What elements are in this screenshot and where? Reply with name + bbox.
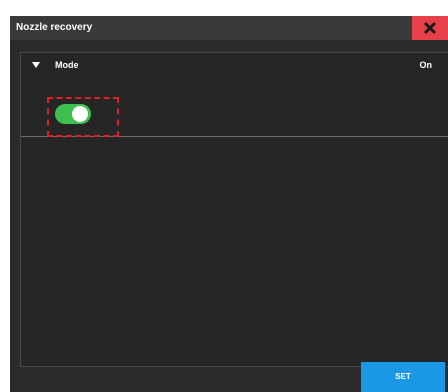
nozzle-recovery-dialog: Nozzle recovery Mode On SET [10,16,448,392]
close-button[interactable] [412,16,448,40]
toggle-knob [72,106,88,122]
mode-value: On [419,60,433,70]
caret-down-icon[interactable] [32,62,40,68]
close-x-icon [423,21,437,35]
settings-panel: Mode On [20,52,448,367]
mode-toggle[interactable] [55,104,91,124]
set-button[interactable]: SET [361,362,445,392]
title-bar: Nozzle recovery [10,16,448,40]
mode-label: Mode [55,60,79,70]
mode-row: Mode On [21,53,448,137]
dialog-title: Nozzle recovery [16,22,93,33]
